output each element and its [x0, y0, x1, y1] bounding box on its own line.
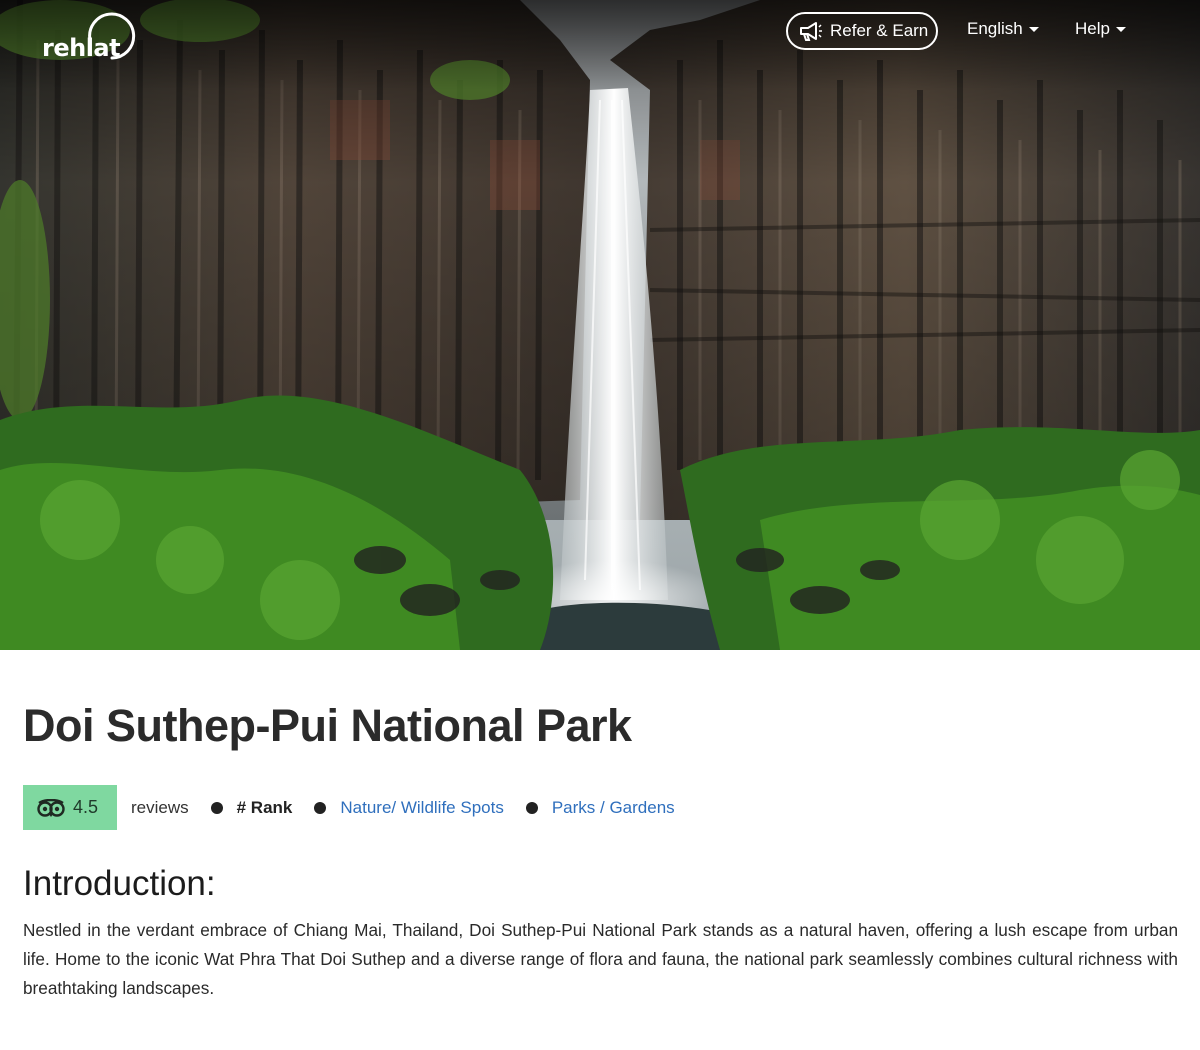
caret-down-icon [1028, 26, 1039, 32]
rehlat-logo[interactable]: rehlat [36, 4, 146, 64]
logo-text: rehlat [42, 34, 121, 62]
separator-dot [314, 801, 327, 814]
rating-badge[interactable]: 4.5 [23, 785, 117, 830]
rating-value: 4.5 [73, 797, 99, 817]
reviews-label[interactable]: reviews [131, 798, 189, 818]
language-label: English [967, 19, 1023, 38]
language-dropdown[interactable]: English [967, 19, 1039, 39]
rank-label: # Rank [236, 797, 293, 817]
hero-image [0, 0, 1200, 650]
introduction-heading: Introduction: [23, 864, 216, 903]
page-title: Doi Suthep-Pui National Park [23, 700, 632, 751]
help-dropdown[interactable]: Help [1075, 19, 1126, 39]
top-nav: rehlat Refer & Earn English Help [0, 0, 1200, 64]
separator-dot [525, 801, 538, 814]
caret-down-icon [1115, 26, 1126, 32]
help-label: Help [1075, 19, 1110, 38]
refer-label: Refer & Earn [830, 21, 929, 40]
hero-banner: rehlat Refer & Earn English Help [0, 0, 1200, 650]
tripadvisor-owl-icon [37, 798, 65, 817]
introduction-body: Nestled in the verdant embrace of Chiang… [23, 920, 1178, 998]
category-link-nature-wildlife[interactable]: Nature/ Wildlife Spots [340, 798, 503, 818]
megaphone-icon [800, 22, 822, 41]
place-meta-row: 4.5 reviews # Rank Nature/ Wildlife Spot… [23, 785, 675, 830]
refer-and-earn-button[interactable]: Refer & Earn [786, 12, 938, 50]
separator-dot [210, 801, 223, 814]
category-link-parks-gardens[interactable]: Parks / Gardens [552, 798, 675, 818]
